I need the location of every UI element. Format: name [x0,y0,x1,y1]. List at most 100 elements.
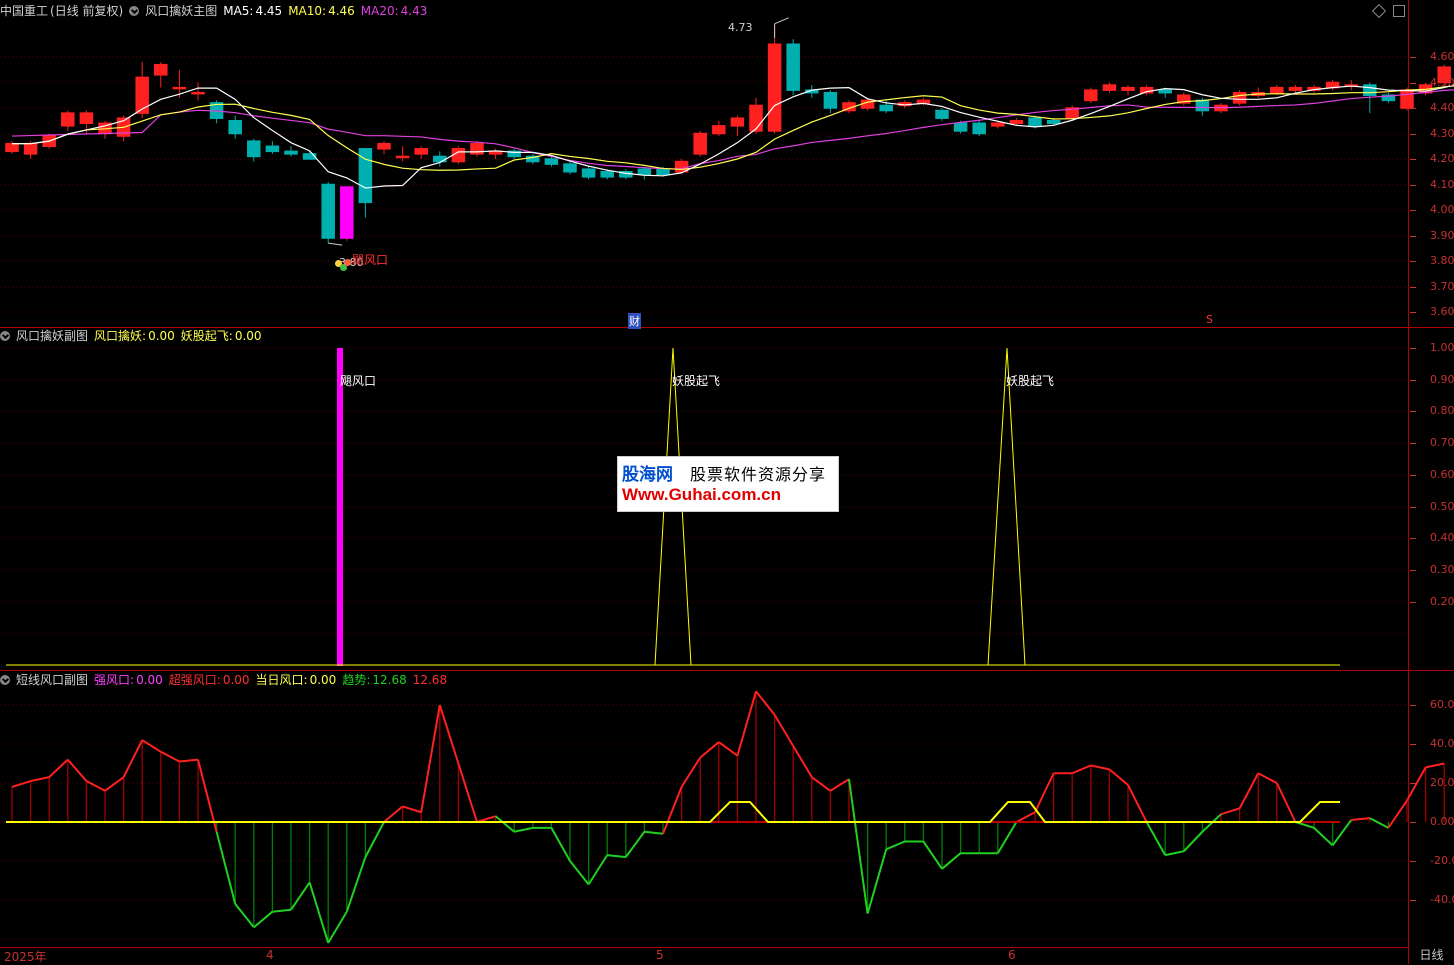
candle-body [1363,84,1377,97]
trend-line [885,840,906,851]
candle-body [879,104,893,112]
signal-label-sub1: 飓风口 [340,374,377,388]
watermark-slogan: 股票软件资源分享 [690,465,827,484]
axis-tick-label: 4.60 [1430,50,1454,63]
trend-line [1387,799,1408,829]
axis-tick-label: 4.00 [1430,203,1454,216]
period-button[interactable]: 日线 [1409,947,1454,964]
candle-body [284,150,298,155]
trend-line [1090,764,1110,771]
watermark-logo: 股海网 股票软件资源分享 Www.Guhai.com.cn [617,456,839,512]
candle-body [340,187,353,239]
axis-tick-label: 0.90 [1430,372,1454,386]
date-label: 2025年 [4,950,47,964]
trend-line [234,903,255,928]
trend-line [1425,762,1445,769]
trend-line [513,826,534,833]
axis-tick-label: 3.90 [1430,228,1454,242]
trend-line [345,856,367,913]
axis-tick-label: 3.80 [1430,254,1454,267]
signal-dot [344,259,351,266]
trend-line [327,911,348,944]
trend-line [1257,772,1278,784]
candle-body [415,148,428,154]
signal-label-main: 飓风口 [352,253,389,267]
candle-body [694,133,707,154]
candle-body [192,92,204,94]
candle-body [1046,120,1061,125]
axis-tick-label: 4.50 [1430,75,1454,89]
axis-tick [1410,474,1416,476]
trend-line [272,908,292,913]
trend-line [1238,772,1260,809]
axis-tick-label: 40.00 [1430,737,1454,750]
trend-line [996,821,1018,854]
date-label: 5 [656,948,664,962]
candle-body [452,148,465,162]
trend-line [30,776,50,783]
candle-body [991,123,1004,126]
candle-body [712,125,725,134]
trend-line [1015,811,1036,823]
axis-tick-label: -20.00 [1430,854,1454,867]
axis-tick-label: 4.20 [1430,152,1454,165]
trend-line [215,831,237,905]
axis-tick-label: 0.40 [1430,531,1454,545]
trend-line [383,805,404,823]
trend-line [104,776,125,792]
candle-body [1084,90,1097,101]
candle-body [544,158,559,165]
axis-tick-label: 3.70 [1430,279,1454,293]
trend-line [494,815,515,833]
trend-line [253,910,274,929]
axis-tick-label: 0.50 [1430,499,1454,513]
axis-tick [1410,312,1416,313]
axis-tick-label: 0.00 [1430,815,1454,828]
trend-line [1220,807,1240,816]
axis-tick-label: 0.80 [1430,404,1454,418]
trend-line [792,745,813,778]
date-label: 6 [1008,948,1016,962]
candle-body [637,168,652,176]
candle-body [1233,92,1246,103]
s-marker[interactable]: S [1206,313,1213,326]
trend-line [197,759,218,832]
axis-tick-label: 4.10 [1430,177,1454,191]
trend-line [1351,817,1370,822]
candle-body [563,163,577,173]
axis-tick [1410,538,1416,540]
axis-tick [1410,822,1416,823]
axis-tick-label: 0.70 [1430,436,1454,450]
candle-body [396,156,409,158]
candle-body [173,87,186,89]
trend-line [699,741,720,759]
trend-line [662,786,683,835]
finance-marker[interactable]: 财 [628,313,641,329]
axis-tick [1410,108,1416,109]
axis-tick [1410,569,1416,571]
trend-line [848,778,869,914]
axis-tick [1410,184,1416,186]
candle-body [731,118,744,126]
trend-line [587,854,609,885]
signal-label-sub1: 妖股起飞 [1006,374,1055,388]
watermark-url: Www.Guhai.com.cn [622,485,781,504]
candle-body [972,122,986,135]
candle-body [1010,120,1023,124]
candle-body [935,109,949,119]
trend-line [11,780,31,788]
trend-line [922,840,943,870]
trend-line [829,778,850,792]
axis-tick [1410,82,1416,84]
candle-body [247,140,261,158]
axis-tick [1410,783,1416,784]
axis-tick-label: 4.40 [1430,101,1454,114]
axis-tick [1410,159,1416,160]
candle-body [321,183,335,239]
axis-tick-label: 20.00 [1430,776,1454,789]
axis-tick-label: 60.00 [1430,698,1454,711]
axis-tick [1410,235,1416,237]
candle-body [80,113,93,124]
axis-tick-label: 0.20 [1430,594,1454,608]
candle-body [917,100,930,103]
